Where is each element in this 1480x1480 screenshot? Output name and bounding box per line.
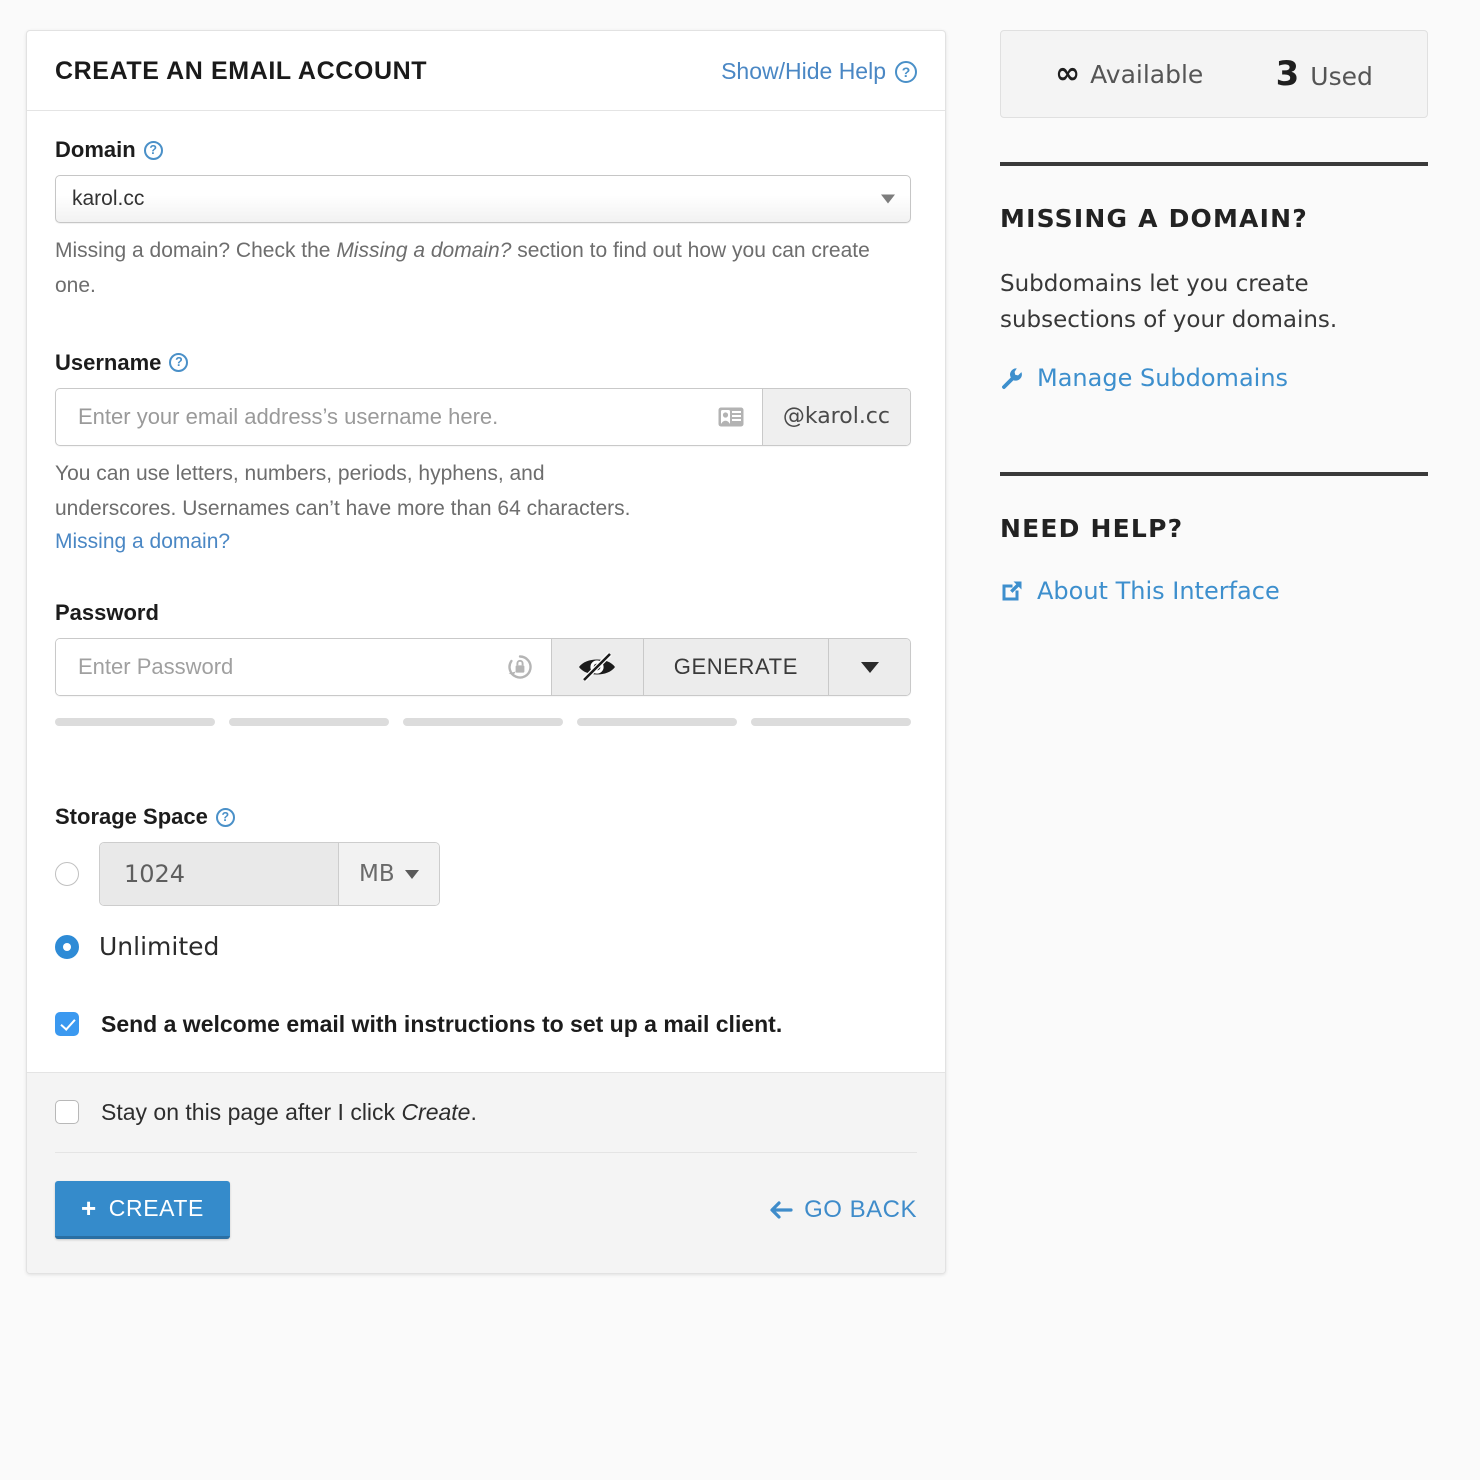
stay-label-emphasis: Create: [401, 1099, 470, 1125]
stay-on-page-row[interactable]: Stay on this page after I click Create.: [55, 1099, 917, 1153]
username-help-icon[interactable]: ?: [169, 353, 188, 372]
password-options-dropdown[interactable]: [828, 639, 910, 695]
spacer: [55, 961, 917, 1007]
storage-unlimited-radio[interactable]: [55, 935, 79, 959]
manage-subdomains-link[interactable]: Manage Subdomains: [1000, 364, 1288, 392]
storage-quota-radio[interactable]: [55, 862, 79, 886]
storage-unlimited-row[interactable]: Unlimited: [55, 932, 917, 961]
need-help-heading: Need Help?: [1000, 514, 1428, 543]
chevron-down-icon: [405, 870, 419, 879]
domain-hint-emphasis: Missing a domain?: [336, 239, 511, 262]
storage-space-label: Storage Space: [55, 804, 208, 830]
welcome-email-label: Send a welcome email with instructions t…: [101, 1007, 782, 1042]
go-back-link[interactable]: Go Back: [769, 1196, 917, 1224]
available-value: ∞: [1055, 59, 1079, 89]
storage-quota-group: MB: [99, 842, 440, 906]
password-strength-meter: [55, 718, 911, 726]
strength-segment: [55, 718, 215, 726]
username-label: Username: [55, 350, 161, 376]
stay-on-page-label: Stay on this page after I click Create.: [101, 1099, 477, 1126]
available-counter: ∞ Available: [1055, 59, 1203, 89]
domain-hint: Missing a domain? Check the Missing a do…: [55, 234, 915, 304]
username-input-wrap: [56, 389, 762, 445]
used-counter: 3 Used: [1276, 57, 1373, 91]
missing-domain-section: Missing a Domain? Subdomains let you cre…: [1000, 166, 1428, 394]
stay-label-after: .: [470, 1099, 476, 1125]
wrench-icon: [1000, 366, 1024, 390]
available-label: Available: [1090, 60, 1203, 89]
username-domain-addon: @karol.cc: [762, 389, 910, 445]
domain-hint-before: Missing a domain? Check the: [55, 239, 336, 262]
password-input-group: Generate: [55, 638, 911, 696]
username-input-group: @karol.cc: [55, 388, 911, 446]
account-counter-box: ∞ Available 3 Used: [1000, 30, 1428, 118]
domain-label-row: Domain ?: [55, 137, 917, 163]
spacer: [1000, 394, 1428, 472]
sidebar: ∞ Available 3 Used Missing a Domain? Sub…: [1000, 30, 1428, 607]
domain-help-icon[interactable]: ?: [144, 141, 163, 160]
about-this-interface-link[interactable]: About This Interface: [1000, 577, 1280, 605]
stay-label-before: Stay on this page after I click: [101, 1099, 401, 1125]
username-label-row: Username ?: [55, 350, 917, 376]
spacer: [55, 554, 917, 600]
chevron-down-icon: [861, 662, 879, 673]
question-circle-icon: ?: [895, 61, 917, 83]
footer-actions: + Create Go Back: [55, 1153, 917, 1239]
generate-password-button[interactable]: Generate: [643, 639, 828, 695]
storage-unit-label: MB: [359, 861, 395, 887]
create-button-label: Create: [109, 1195, 204, 1222]
create-button[interactable]: + Create: [55, 1181, 230, 1239]
used-label: Used: [1310, 62, 1373, 91]
arrow-left-icon: [769, 1200, 793, 1220]
page-root: Create an Email Account Show/Hide Help ?…: [0, 0, 1480, 1480]
storage-unit-dropdown[interactable]: MB: [338, 843, 439, 905]
domain-select-value: karol.cc: [72, 187, 144, 211]
storage-quota-row: MB: [55, 842, 917, 906]
storage-quota-input[interactable]: [100, 843, 338, 905]
domain-select[interactable]: karol.cc: [55, 175, 911, 223]
storage-label-row: Storage Space ?: [55, 804, 917, 830]
card-header: Create an Email Account Show/Hide Help ?: [27, 31, 945, 111]
username-hint: You can use letters, numbers, periods, h…: [55, 457, 655, 527]
card-footer: Stay on this page after I click Create. …: [27, 1072, 945, 1273]
external-link-icon: [1000, 579, 1024, 603]
missing-domain-heading: Missing a Domain?: [1000, 204, 1428, 233]
username-input[interactable]: [56, 389, 762, 445]
strength-segment: [229, 718, 389, 726]
domain-label: Domain: [55, 137, 136, 163]
strength-segment: [403, 718, 563, 726]
need-help-section: Need Help? About This Interface: [1000, 476, 1428, 607]
spacer: [55, 772, 917, 804]
show-hide-help-label: Show/Hide Help: [721, 58, 886, 85]
domain-select-wrap: karol.cc: [55, 175, 911, 223]
manage-subdomains-label: Manage Subdomains: [1037, 364, 1288, 392]
create-email-account-card: Create an Email Account Show/Hide Help ?…: [26, 30, 946, 1274]
about-this-interface-label: About This Interface: [1037, 577, 1280, 605]
card-body: Domain ? karol.cc Missing a domain? Chec…: [27, 111, 945, 1072]
welcome-email-row[interactable]: Send a welcome email with instructions t…: [55, 1007, 917, 1042]
password-input[interactable]: [56, 639, 551, 695]
page-title: Create an Email Account: [55, 57, 427, 86]
eye-slash-icon[interactable]: [551, 639, 643, 695]
missing-a-domain-link[interactable]: Missing a domain?: [55, 530, 230, 554]
contact-card-icon[interactable]: [718, 407, 744, 427]
go-back-label: Go Back: [804, 1196, 917, 1224]
strength-segment: [577, 718, 737, 726]
spacer: [55, 726, 917, 772]
stay-on-page-checkbox[interactable]: [55, 1100, 79, 1124]
plus-icon: +: [81, 1195, 97, 1221]
storage-help-icon[interactable]: ?: [216, 808, 235, 827]
strength-segment: [751, 718, 911, 726]
welcome-email-checkbox[interactable]: [55, 1012, 79, 1036]
show-hide-help-link[interactable]: Show/Hide Help ?: [721, 58, 917, 85]
spacer: [55, 304, 917, 350]
password-input-wrap: [56, 639, 551, 695]
used-value: 3: [1276, 57, 1300, 91]
storage-unlimited-label: Unlimited: [99, 932, 219, 961]
missing-domain-body: Subdomains let you create subsections of…: [1000, 267, 1428, 338]
password-reset-lock-icon[interactable]: [507, 654, 533, 680]
password-label-row: Password: [55, 600, 917, 626]
password-label: Password: [55, 600, 159, 626]
